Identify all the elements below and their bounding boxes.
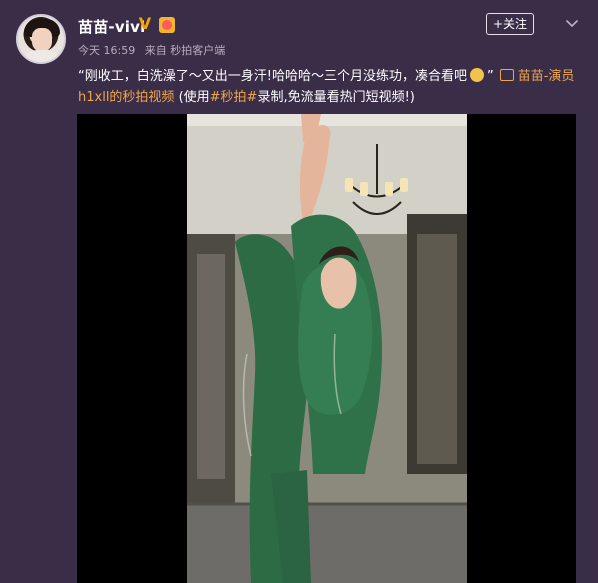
verified-badge-icon: V — [138, 14, 152, 33]
video-frame[interactable]: 秒拍 HD — [187, 114, 467, 583]
weibo-post-card: 苗苗-vivi V 今天 16:59 来自 秒拍客户端 +关注 “刚收工，白洗澡… — [0, 0, 598, 583]
video-link-icon — [499, 69, 514, 81]
avatar-shoulders — [22, 50, 62, 62]
post-body-text: “刚收工，白洗澡了～又出一身汗!哈哈哈～三个月没练功，凑合看吧 — [78, 69, 467, 84]
paren-open: (使用 — [174, 90, 210, 105]
chevron-down-icon[interactable] — [563, 14, 581, 32]
avatar[interactable] — [16, 14, 66, 64]
source-prefix: 来自 — [144, 44, 167, 57]
post-source[interactable]: 秒拍客户端 — [170, 44, 225, 57]
video-thumbnail — [187, 114, 467, 583]
video-player[interactable]: 秒拍 HD — [77, 114, 576, 583]
monkey-emoji-icon — [469, 68, 484, 82]
follow-button[interactable]: +关注 — [486, 13, 534, 35]
text-tail: 录制,免流量看热门短视频!) — [257, 90, 415, 105]
post-text: “刚收工，白洗澡了～又出一身汗!哈哈哈～三个月没练功，凑合看吧” 苗苗-演员h1x… — [78, 68, 575, 105]
member-badge-icon — [159, 17, 175, 33]
post-meta: 今天 16:59 来自 秒拍客户端 — [78, 42, 225, 58]
topic-link[interactable]: #秒拍# — [210, 90, 258, 105]
avatar-face — [32, 28, 52, 52]
username[interactable]: 苗苗-vivi — [78, 16, 145, 37]
post-time[interactable]: 今天 16:59 — [78, 44, 135, 57]
